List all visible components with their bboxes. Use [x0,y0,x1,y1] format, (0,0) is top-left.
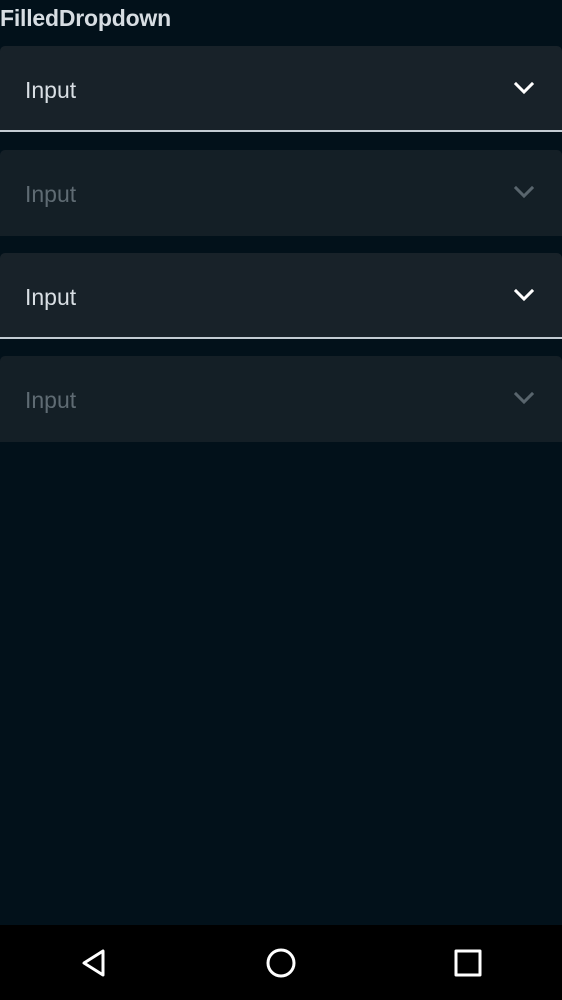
filled-dropdown-4-disabled: Input [0,356,562,442]
filled-dropdown-2-disabled: Input [0,150,562,236]
recents-square-icon [454,949,482,976]
filled-dropdown-3[interactable]: Input [0,253,562,339]
dropdown-value: Input [25,181,77,207]
back-triangle-icon [82,949,105,976]
page-title: FilledDropdown [0,5,171,31]
recents-button[interactable] [431,925,505,1000]
dropdown-value: Input [25,77,77,103]
back-button[interactable] [57,925,131,1000]
home-circle-icon [266,948,296,977]
chevron-down-icon [513,185,535,199]
chevron-down-icon [513,288,535,302]
system-navigation-bar [0,925,562,1000]
dropdown-value: Input [25,387,77,413]
dropdown-value: Input [25,284,77,310]
chevron-down-icon [513,391,535,405]
chevron-down-icon [513,81,535,95]
app-screen: FilledDropdown Input Input Input Input [0,0,562,925]
filled-dropdown-1[interactable]: Input [0,46,562,132]
home-button[interactable] [244,925,318,1000]
